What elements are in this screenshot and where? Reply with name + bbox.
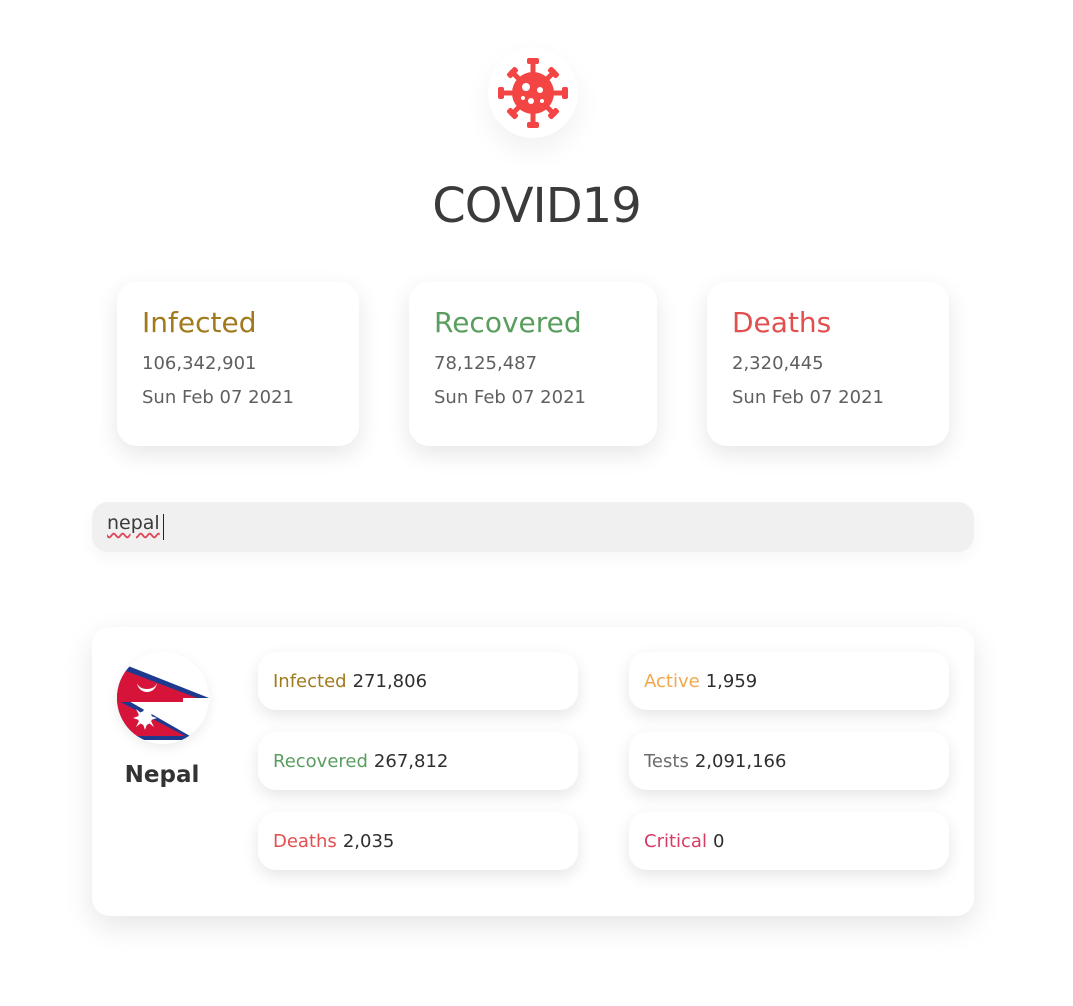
- nepal-flag-icon: [117, 652, 209, 744]
- virus-logo: [488, 48, 578, 138]
- text-caret: [163, 514, 164, 540]
- infected-stat-value: 271,806: [352, 670, 428, 692]
- country-deaths-stat: Deaths 2,035: [258, 812, 578, 870]
- infected-card-date: Sun Feb 07 2021: [142, 387, 294, 408]
- deaths-summary-card: Deaths 2,320,445 Sun Feb 07 2021: [707, 282, 949, 446]
- infected-stat-label: Infected: [273, 670, 347, 692]
- tests-stat-label: Tests: [644, 750, 689, 772]
- infected-card-value: 106,342,901: [142, 353, 257, 374]
- virus-icon: [498, 58, 568, 128]
- country-tests-stat: Tests 2,091,166: [629, 732, 949, 790]
- deaths-card-date: Sun Feb 07 2021: [732, 387, 884, 408]
- recovered-card-date: Sun Feb 07 2021: [434, 387, 586, 408]
- infected-summary-card: Infected 106,342,901 Sun Feb 07 2021: [117, 282, 359, 446]
- recovered-summary-card: Recovered 78,125,487 Sun Feb 07 2021: [409, 282, 657, 446]
- recovered-card-value: 78,125,487: [434, 353, 538, 374]
- active-stat-value: 1,959: [705, 670, 758, 692]
- recovered-stat-label: Recovered: [273, 750, 368, 772]
- app-title: COVID19: [432, 178, 641, 234]
- country-name: Nepal: [124, 762, 200, 788]
- tests-stat-value: 2,091,166: [694, 750, 787, 772]
- search-input-value[interactable]: nepal: [107, 512, 160, 534]
- deaths-stat-value: 2,035: [342, 830, 395, 852]
- critical-stat-label: Critical: [644, 830, 707, 852]
- active-stat-label: Active: [644, 670, 700, 692]
- deaths-card-title: Deaths: [732, 306, 832, 339]
- country-infected-stat: Infected 271,806: [258, 652, 578, 710]
- country-recovered-stat: Recovered 267,812: [258, 732, 578, 790]
- country-critical-stat: Critical 0: [629, 812, 949, 870]
- recovered-stat-value: 267,812: [373, 750, 449, 772]
- infected-card-title: Infected: [142, 306, 257, 339]
- deaths-card-value: 2,320,445: [732, 353, 824, 374]
- recovered-card-title: Recovered: [434, 306, 582, 339]
- deaths-stat-label: Deaths: [273, 830, 337, 852]
- critical-stat-value: 0: [712, 830, 725, 852]
- country-search-input[interactable]: [92, 502, 974, 552]
- country-active-stat: Active 1,959: [629, 652, 949, 710]
